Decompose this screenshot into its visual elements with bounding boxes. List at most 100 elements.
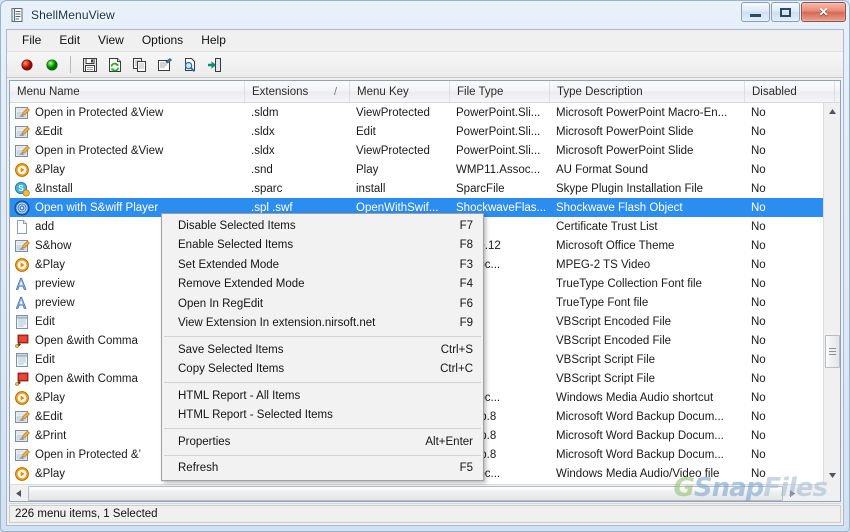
cell-menu-key: ViewProtected <box>356 144 430 157</box>
window-title: ShellMenuView <box>31 8 115 22</box>
menu-name-label: &Edit <box>35 410 63 423</box>
column-header-label: Type Description <box>557 85 643 98</box>
context-menu-item-accelerator: F3 <box>459 258 473 271</box>
menu-name-label: Open &with Comma <box>35 372 138 385</box>
disable-items-icon[interactable] <box>15 54 38 76</box>
cell-disabled: No <box>751 448 766 461</box>
context-menu-item-label: Refresh <box>178 462 219 475</box>
copy-icon[interactable] <box>128 54 151 76</box>
cell-disabled: No <box>751 239 766 252</box>
menu-item-view[interactable]: View <box>89 31 133 50</box>
cell-disabled: No <box>751 391 766 404</box>
context-menu-item-accelerator: F5 <box>459 462 473 475</box>
context-menu-item-refresh[interactable]: Refresh F5 <box>162 459 483 479</box>
context-menu-item-copy-selected-items[interactable]: Copy Selected Items Ctrl+C <box>162 360 483 380</box>
menu-name-label: Edit <box>35 353 55 366</box>
cell-type-description: VBScript Encoded File <box>556 334 672 347</box>
minimize-glyph <box>750 13 761 17</box>
context-menu-item-label: HTML Report - Selected Items <box>178 409 333 422</box>
menu-name-label: Open in Protected &’ <box>35 448 142 461</box>
cell-menu-name: Open in Protected &View <box>10 143 245 159</box>
find-icon[interactable] <box>178 54 201 76</box>
context-menu-item-open-in-regedit[interactable]: Open In RegEdit F6 <box>162 294 483 314</box>
menu-item-file[interactable]: File <box>13 31 50 50</box>
context-menu-item-save-selected-items[interactable]: Save Selected Items Ctrl+S <box>162 340 483 360</box>
context-menu-item-disable-selected-items[interactable]: Disable Selected Items F7 <box>162 216 483 236</box>
scroll-thumb-grip <box>829 346 836 357</box>
cell-disabled: No <box>751 353 766 366</box>
column-header-extensions[interactable]: Extensions / <box>245 81 350 102</box>
context-menu-item-html-report-all-items[interactable]: HTML Report - All Items <box>162 386 483 406</box>
context-menu[interactable]: Disable Selected Items F7 Enable Selected … <box>161 213 484 481</box>
cell-type-description: MPEG-2 TS Video <box>556 258 651 271</box>
menu-item-help[interactable]: Help <box>192 31 235 50</box>
horizontal-scrollbar[interactable] <box>10 484 823 501</box>
scroll-up-button[interactable] <box>824 103 840 120</box>
cell-type-description: VBScript Script File <box>556 353 656 366</box>
scroll-right-button[interactable] <box>784 485 801 502</box>
exit-icon[interactable] <box>203 54 226 76</box>
column-header-label: Disabled <box>752 85 797 98</box>
enable-items-icon[interactable] <box>40 54 63 76</box>
cell-type-description: TrueType Collection Font file <box>556 277 702 290</box>
menu-name-label: preview <box>35 296 75 309</box>
vertical-scroll-thumb[interactable] <box>825 335 840 368</box>
context-menu-item-label: Open In RegEdit <box>178 297 264 310</box>
table-row[interactable]: Open in Protected &View .sldm ViewProtecte… <box>10 103 840 122</box>
cell-disabled: No <box>751 334 766 347</box>
context-menu-item-enable-selected-items[interactable]: Enable Selected Items F8 <box>162 236 483 256</box>
cell-disabled: No <box>751 182 766 195</box>
cell-file-type: PowerPoint.Sli... <box>456 125 541 138</box>
list-header: Menu Name Extensions / Menu Key File Type Typ… <box>10 81 840 103</box>
context-menu-item-label: Set Extended Mode <box>178 258 280 271</box>
column-header-type-description[interactable]: Type Description <box>550 81 745 102</box>
table-row[interactable]: Open in Protected &View .sldx ViewProtecte… <box>10 141 840 160</box>
refresh-icon[interactable] <box>103 54 126 76</box>
toolbar-separator <box>70 56 71 73</box>
application-window: ShellMenuView ✕ File Edit View Options H… <box>0 0 850 532</box>
close-icon: ✕ <box>818 5 829 19</box>
scroll-left-button[interactable] <box>10 485 27 502</box>
context-menu-item-html-report-selected-items[interactable]: HTML Report - Selected Items <box>162 406 483 426</box>
cell-disabled: No <box>751 429 766 442</box>
table-row[interactable]: &Edit .sldx Edit PowerPoint.Sli... Microsoft… <box>10 122 840 141</box>
context-menu-item-set-extended-mode[interactable]: Set Extended Mode F3 <box>162 255 483 275</box>
cell-menu-name: &Edit <box>10 124 245 140</box>
scroll-down-button[interactable] <box>824 467 840 484</box>
menu-name-label: &Play <box>35 467 66 480</box>
close-button[interactable]: ✕ <box>801 2 846 22</box>
context-menu-item-view-extension-in-extension-nirsoft-net[interactable]: View Extension In extension.nirsoft.net F… <box>162 314 483 334</box>
column-header-menu-key[interactable]: Menu Key <box>350 81 450 102</box>
vertical-scrollbar[interactable] <box>823 103 840 484</box>
context-menu-separator <box>164 382 481 383</box>
column-header-file-type[interactable]: File Type <box>450 81 550 102</box>
context-menu-item-accelerator: F4 <box>459 278 473 291</box>
context-menu-item-remove-extended-mode[interactable]: Remove Extended Mode F4 <box>162 275 483 295</box>
menu-item-edit[interactable]: Edit <box>50 31 89 50</box>
document-list-icon <box>9 7 25 23</box>
maximize-glyph <box>780 7 791 17</box>
window-controls: ✕ <box>741 2 846 22</box>
context-menu-item-label: Properties <box>178 435 231 448</box>
column-header-disabled[interactable]: Disabled <box>745 81 835 102</box>
maximize-button[interactable] <box>771 2 800 22</box>
properties-icon[interactable] <box>153 54 176 76</box>
table-row[interactable]: S &Install .sparc install SparcFile Skype Plu… <box>10 179 840 198</box>
cell-disabled: No <box>751 296 766 309</box>
cell-extensions: .sldm <box>251 106 279 119</box>
horizontal-scroll-thumb[interactable] <box>28 485 783 501</box>
sort-indicator-icon: / <box>333 85 337 98</box>
title-bar: ShellMenuView ✕ <box>1 1 849 29</box>
column-header-menu-name[interactable]: Menu Name <box>10 81 245 102</box>
cell-disabled: No <box>751 163 766 176</box>
context-menu-item-accelerator: Alt+Enter <box>425 435 473 448</box>
menu-item-options[interactable]: Options <box>133 31 192 50</box>
context-menu-item-accelerator: F7 <box>459 219 473 232</box>
context-menu-item-properties[interactable]: Properties Alt+Enter <box>162 432 483 452</box>
context-menu-item-label: Remove Extended Mode <box>178 278 305 291</box>
minimize-button[interactable] <box>741 2 770 22</box>
cell-file-type: WMP11.Assoc... <box>456 163 541 176</box>
save-icon[interactable] <box>78 54 101 76</box>
table-row[interactable]: &Play .snd Play WMP11.Assoc... AU Format Sou… <box>10 160 840 179</box>
context-menu-item-accelerator: Ctrl+C <box>440 363 473 376</box>
